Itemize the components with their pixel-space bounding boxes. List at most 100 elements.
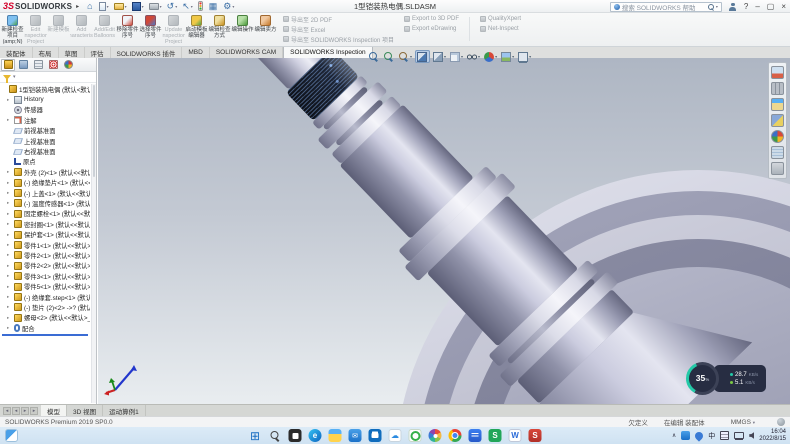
expand-arrow-icon[interactable]: ▸ (7, 221, 12, 227)
quick-tips-icon[interactable] (777, 418, 785, 426)
tree-item[interactable]: ▸ (-) 绝缘套.step<1> (默认<<默认> (0, 292, 90, 302)
display-style-icon[interactable]: ▾ (449, 50, 464, 63)
tree-item[interactable]: 右视基准面 (0, 146, 90, 156)
tree-item[interactable]: ▸ (-) 上盖<1> (默认<<默认>_显示状 (0, 188, 90, 198)
custom-properties-icon[interactable] (771, 146, 784, 159)
filter-dropdown-icon[interactable]: ▾ (13, 74, 16, 80)
expand-arrow-icon[interactable]: ▸ (7, 180, 12, 186)
tree-item[interactable]: ▸ 固定螺栓<1> (默认<<默认>_显示 (0, 209, 90, 219)
wps-icon[interactable]: W (509, 429, 522, 442)
green-app-icon[interactable] (409, 429, 422, 442)
dimxpertmanager-tab[interactable] (46, 59, 60, 71)
quick-access-button[interactable]: ▾ (114, 3, 127, 10)
tree-item[interactable]: ▸ (-) 垫片 (2)<2> ->? (默认<<默认> (0, 302, 90, 312)
edit-appearance-icon[interactable]: ▾ (483, 50, 498, 63)
graphics-viewport[interactable] (98, 58, 790, 404)
ribbon-button[interactable]: 新建检查项目(amp;N) (1, 13, 24, 47)
model-tab[interactable]: 模型 (41, 405, 67, 416)
forum-icon[interactable] (771, 162, 784, 175)
ribbon-button[interactable]: Add Characteristic (70, 13, 93, 47)
chrome-icon[interactable] (449, 429, 462, 442)
ime-indicator[interactable]: 中 (708, 431, 715, 441)
filter-icon[interactable] (3, 75, 11, 80)
expand-arrow-icon[interactable]: ▸ (7, 252, 12, 258)
tree-item[interactable]: 1型铠装热电偶 (默认<默认_显示状态-1 (0, 84, 90, 94)
expand-arrow-icon[interactable]: ▸ (7, 304, 12, 310)
quick-access-button[interactable] (198, 1, 204, 11)
expand-arrow-icon[interactable]: ▸ (7, 242, 12, 248)
units-selector[interactable]: MMGS ▾ (731, 419, 755, 426)
command-tab[interactable]: SOLIDWORKS CAM (210, 47, 283, 58)
expand-arrow-icon[interactable]: ▸ (7, 97, 12, 103)
menu-flyout-icon[interactable]: ▸ (76, 3, 79, 10)
command-tab[interactable]: 装配体 (0, 47, 33, 58)
tree-scrollbar[interactable] (91, 84, 96, 403)
ribbon-button[interactable]: 编辑检查方式 (208, 13, 231, 47)
export-menu-item[interactable]: 导出至 SOLIDWORKS Inspection 项目 (283, 34, 394, 44)
command-tab[interactable]: MBD (182, 47, 209, 58)
export-menu-item[interactable]: Net-Inspect (480, 24, 521, 34)
section-view-icon[interactable] (415, 50, 430, 63)
tree-item[interactable]: ▸ 外壳 (2)<1> (默认<<默认>_显示状 (0, 167, 90, 177)
clock[interactable]: 16:04 2022/8/15 (759, 429, 786, 442)
edge-icon[interactable]: e (309, 429, 322, 442)
expand-arrow-icon[interactable]: ▸ (7, 232, 12, 238)
tree-filter-row[interactable]: ▾ (0, 72, 96, 83)
quick-access-button[interactable]: ⌂ (87, 2, 93, 11)
command-tab[interactable]: 布局 (33, 47, 59, 58)
quick-access-button[interactable]: ▾ (132, 2, 144, 11)
tray-chevron-icon[interactable]: ∧ (672, 432, 676, 439)
tray-app-icon[interactable] (681, 431, 690, 440)
expand-arrow-icon[interactable]: ▸ (7, 169, 12, 175)
store-icon[interactable] (369, 429, 382, 442)
tree-item[interactable]: ▸ 零件2<1> (默认<<默认>_显示状 (0, 250, 90, 260)
view-palette-icon[interactable] (771, 114, 784, 127)
propertymanager-tab[interactable] (16, 59, 30, 71)
scrollbar-thumb[interactable] (93, 85, 95, 177)
tree-item[interactable]: 上视基准面 (0, 136, 90, 146)
ribbon-button[interactable]: 启动模板编辑器 (185, 13, 208, 47)
tree-item[interactable]: ▸ (-) 温度传感器<1> (默认<<默认>_ (0, 198, 90, 208)
percent-badge[interactable]: 35% (686, 362, 719, 395)
search-box[interactable]: 搜索 SOLIDWORKS 帮助 ▾ (610, 2, 722, 12)
close-button[interactable]: × (781, 3, 786, 11)
expand-arrow-icon[interactable]: ▸ (7, 273, 12, 279)
tree-item[interactable]: 传感器 (0, 105, 90, 115)
tree-item[interactable]: 原点 (0, 157, 90, 167)
tree-item[interactable]: ▸ 注解 (0, 115, 90, 125)
search-button[interactable] (269, 429, 282, 442)
mail-icon[interactable]: ✉ (349, 429, 362, 442)
search-icon[interactable] (708, 4, 714, 10)
minimize-button[interactable]: – (755, 3, 759, 11)
expand-arrow-icon[interactable]: ▸ (7, 211, 12, 217)
expand-arrow-icon[interactable]: ▸ (7, 325, 12, 331)
network-speed-widget[interactable]: 28.7KB/s 5.1KB/s (714, 365, 766, 392)
ribbon-button[interactable]: 编辑卖方 (254, 13, 277, 47)
expand-arrow-icon[interactable]: ▸ (7, 263, 12, 269)
start-button[interactable]: ⊞ (249, 429, 262, 442)
cloud-app-icon[interactable]: ☁ (389, 429, 402, 442)
tree-item[interactable]: 前视基准面 (0, 126, 90, 136)
export-menu-item[interactable]: QualityXpert (480, 14, 521, 24)
displaymanager-tab[interactable] (61, 59, 75, 71)
configurationmanager-tab[interactable] (31, 59, 45, 71)
display-tray-icon[interactable] (734, 432, 744, 439)
expand-arrow-icon[interactable]: ▸ (7, 294, 12, 300)
design-library-icon[interactable] (771, 82, 784, 95)
tree-item[interactable]: ▸ 零件3<1> (默认<<默认>_显示状 (0, 271, 90, 281)
file-explorer-icon[interactable] (329, 429, 342, 442)
tree-item[interactable]: ▸ (-) 绝缘垫片<1> (默认<<默认>_显 (0, 178, 90, 188)
tree-item[interactable]: ▸ History (0, 94, 90, 104)
quick-access-button[interactable]: ⚙ ▾ (223, 2, 234, 11)
rollback-bar[interactable] (2, 334, 88, 336)
login-icon[interactable] (729, 3, 737, 11)
model-tab[interactable]: 运动算例1 (103, 405, 146, 416)
previous-view-icon[interactable]: ▾ (398, 50, 413, 63)
solidworks-app-icon[interactable]: S (529, 429, 542, 442)
appearances-icon[interactable] (771, 130, 784, 143)
command-tab[interactable]: 评估 (85, 47, 111, 58)
browser-360-icon[interactable] (429, 429, 442, 442)
ribbon-button[interactable]: 移除零件序号 (116, 13, 139, 47)
command-tab[interactable]: 草图 (59, 47, 85, 58)
scroll-left-icon[interactable]: ◂ (12, 407, 20, 415)
